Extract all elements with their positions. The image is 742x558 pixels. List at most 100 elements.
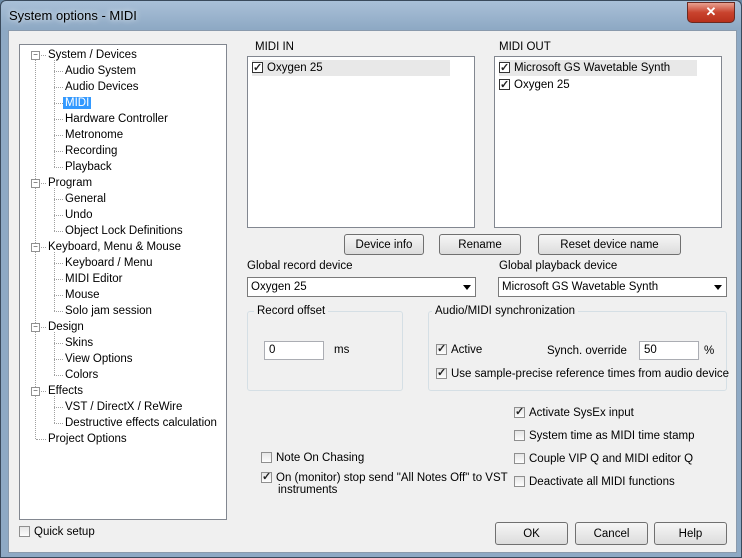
tree-branch-line — [54, 343, 63, 344]
tree-item-system-devices[interactable]: System / Devices — [46, 47, 139, 63]
midi-device-item[interactable]: Oxygen 25 — [252, 60, 450, 76]
collapse-icon[interactable]: − — [31, 243, 40, 252]
global-record-device-label: Global record device — [247, 260, 353, 272]
tree-item-effects[interactable]: Effects — [46, 383, 85, 399]
tree-item-audio-system[interactable]: Audio System — [63, 63, 138, 79]
device-check-icon[interactable] — [252, 60, 263, 76]
chevron-down-icon — [714, 285, 722, 290]
quick-setup-checkbox[interactable]: Quick setup — [19, 526, 95, 538]
tree-branch-line — [54, 423, 63, 424]
cancel-button[interactable]: Cancel — [575, 522, 648, 545]
midi-device-item[interactable]: Microsoft GS Wavetable Synth — [499, 60, 697, 76]
sync-active-checkbox[interactable]: Active — [436, 342, 483, 356]
title-bar[interactable]: System options - MIDI ✕ — [1, 1, 741, 31]
device-name: Microsoft GS Wavetable Synth — [514, 62, 671, 74]
tree-branch-line — [54, 87, 63, 88]
tree-item-project-options[interactable]: Project Options — [46, 431, 129, 447]
midi-in-list[interactable]: Oxygen 25 — [247, 56, 475, 228]
tree-branch-line — [36, 439, 46, 440]
midi-options-right: Activate SysEx input System time as MIDI … — [514, 405, 729, 497]
tree-item-view-options[interactable]: View Options — [63, 351, 135, 367]
quick-setup-label: Quick setup — [34, 526, 95, 538]
tree-item-recording[interactable]: Recording — [63, 143, 119, 159]
synch-override-input[interactable]: 50 — [639, 341, 699, 360]
all-notes-off-checkbox[interactable]: On (monitor) stop send "All Notes Off" t… — [261, 470, 508, 496]
tree-item-colors[interactable]: Colors — [63, 367, 100, 383]
sample-precise-checkbox[interactable]: Use sample-precise reference times from … — [436, 366, 729, 380]
device-name: Oxygen 25 — [514, 79, 570, 91]
tree-item-label: Mouse — [65, 289, 100, 301]
tree-item-undo[interactable]: Undo — [63, 207, 95, 223]
rename-button[interactable]: Rename — [439, 234, 521, 255]
tree-item-solo-jam-session[interactable]: Solo jam session — [63, 303, 154, 319]
tree-item-destructive-effects-calculation[interactable]: Destructive effects calculation — [63, 415, 219, 431]
device-check-icon[interactable] — [499, 60, 510, 76]
tree-item-object-lock-definitions[interactable]: Object Lock Definitions — [63, 223, 185, 239]
reset-device-name-button[interactable]: Reset device name — [538, 234, 681, 255]
collapse-icon[interactable]: − — [31, 51, 40, 60]
tree-item-midi[interactable]: MIDI — [63, 95, 92, 111]
tree-item-label: Hardware Controller — [65, 113, 168, 125]
device-info-button[interactable]: Device info — [344, 234, 424, 255]
midi-device-item[interactable]: Oxygen 25 — [499, 77, 697, 93]
midi-option-checkbox[interactable]: System time as MIDI time stamp — [514, 430, 695, 442]
midi-option-checkbox[interactable]: Deactivate all MIDI functions — [514, 476, 675, 488]
midi-option-checkbox[interactable]: Couple VIP Q and MIDI editor Q — [514, 453, 693, 465]
tree-item-label: Playback — [65, 161, 112, 173]
quick-setup-check-icon — [19, 526, 30, 537]
midi-option-checkbox[interactable]: Activate SysEx input — [514, 405, 634, 419]
record-offset-title: Record offset — [254, 305, 329, 317]
options-tree[interactable]: − System / Devices Audio System Audio Devic… — [19, 44, 227, 520]
tree-item-design[interactable]: Design — [46, 319, 86, 335]
option-check-icon — [514, 405, 525, 418]
tree-item-general[interactable]: General — [63, 191, 108, 207]
record-offset-input[interactable]: 0 — [264, 341, 324, 360]
tree-item-audio-devices[interactable]: Audio Devices — [63, 79, 141, 95]
tree-item-label: Project Options — [48, 433, 127, 445]
collapse-icon[interactable]: − — [31, 179, 40, 188]
synch-override-unit: % — [704, 345, 715, 357]
tree-branch-line — [54, 295, 63, 296]
tree-item-keyboard-menu-mouse[interactable]: Keyboard, Menu & Mouse — [46, 239, 183, 255]
collapse-icon[interactable]: − — [31, 323, 40, 332]
option-label: Activate SysEx input — [529, 407, 634, 419]
tree-item-label: MIDI — [63, 97, 92, 109]
note-on-chasing-checkbox[interactable]: Note On Chasing — [261, 452, 364, 464]
collapse-icon[interactable]: − — [31, 387, 40, 396]
global-playback-device-label: Global playback device — [499, 260, 618, 272]
close-button[interactable]: ✕ — [687, 2, 735, 23]
synch-override-label: Synch. override — [547, 345, 627, 357]
tree-item-skins[interactable]: Skins — [63, 335, 95, 351]
tree-item-label: VST / DirectX / ReWire — [65, 401, 183, 413]
window-title: System options - MIDI — [9, 8, 137, 23]
system-options-window: System options - MIDI ✕ − System / Device… — [0, 0, 742, 558]
note-on-chasing-label: Note On Chasing — [276, 452, 365, 464]
tree-item-vst-directx-rewire[interactable]: VST / DirectX / ReWire — [63, 399, 184, 415]
global-record-device-select[interactable]: Oxygen 25 — [247, 277, 476, 297]
device-check-icon[interactable] — [499, 77, 510, 93]
tree-item-midi-editor[interactable]: MIDI Editor — [63, 271, 125, 287]
option-check-icon — [514, 430, 525, 441]
tree-child-line — [54, 60, 55, 167]
tree-branch-line — [54, 375, 63, 376]
tree-item-hardware-controller[interactable]: Hardware Controller — [63, 111, 170, 127]
audio-midi-sync-title: Audio/MIDI synchronization — [432, 305, 578, 317]
tree-item-keyboard-menu[interactable]: Keyboard / Menu — [63, 255, 155, 271]
tree-item-label: Effects — [48, 385, 83, 397]
global-playback-device-value: Microsoft GS Wavetable Synth — [502, 281, 659, 293]
tree-item-label: Solo jam session — [65, 305, 152, 317]
tree-item-playback[interactable]: Playback — [63, 159, 114, 175]
global-record-device-value: Oxygen 25 — [251, 281, 307, 293]
midi-out-list[interactable]: Microsoft GS Wavetable Synth Oxygen 25 — [494, 56, 722, 228]
midi-in-label: MIDI IN — [255, 41, 294, 53]
tree-child-line — [54, 188, 55, 231]
tree-item-label: Destructive effects calculation — [65, 417, 217, 429]
tree-item-mouse[interactable]: Mouse — [63, 287, 102, 303]
help-button[interactable]: Help — [654, 522, 727, 545]
ok-button[interactable]: OK — [495, 522, 568, 545]
global-playback-device-select[interactable]: Microsoft GS Wavetable Synth — [498, 277, 727, 297]
tree-item-metronome[interactable]: Metronome — [63, 127, 125, 143]
sync-active-label: Active — [451, 344, 483, 356]
midi-out-label: MIDI OUT — [499, 41, 551, 53]
tree-branch-line — [54, 119, 63, 120]
